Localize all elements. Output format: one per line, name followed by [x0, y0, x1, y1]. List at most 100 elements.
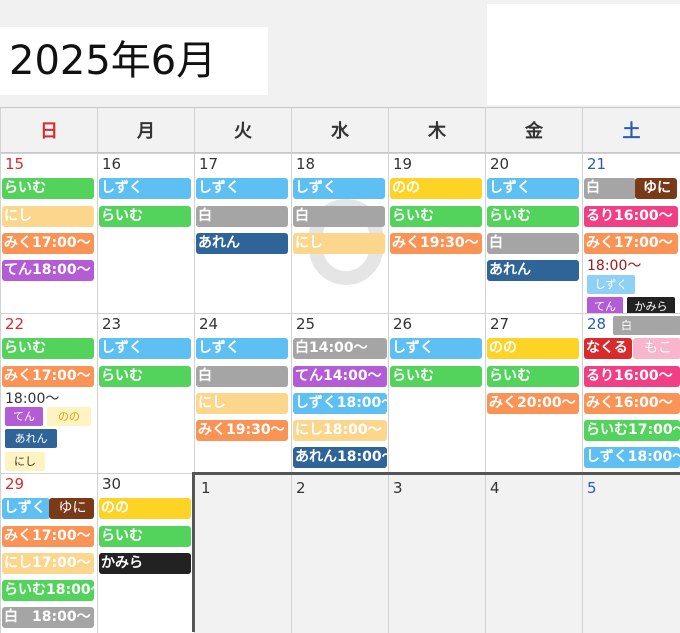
event-chip-small[interactable]: かみら — [627, 297, 675, 313]
event-chip[interactable]: しずく — [99, 338, 191, 359]
event-chip[interactable]: あれん18:00〜 — [293, 447, 387, 468]
event-chip[interactable]: 白 — [293, 206, 385, 227]
event-chip[interactable]: にし — [196, 393, 288, 414]
weekday-friday: 金 — [485, 107, 582, 153]
event-time-text[interactable]: 18:00〜 — [5, 390, 59, 408]
day-number: 4 — [490, 479, 500, 497]
event-chip[interactable]: らいむ — [390, 206, 482, 227]
day-number: 19 — [393, 155, 413, 173]
day-cell-next-5[interactable]: 5 — [582, 473, 680, 633]
day-cell-next-1[interactable]: 1 — [194, 473, 291, 633]
event-chip[interactable]: 白 — [584, 178, 636, 199]
event-chip[interactable]: らいむ — [487, 366, 579, 387]
event-chip[interactable]: みく17:00〜 — [584, 233, 678, 254]
event-chip-small[interactable]: あれん — [5, 429, 57, 448]
day-cell-27[interactable]: 27 のの らいむ みく20:00〜 — [485, 313, 582, 473]
day-cell-19[interactable]: 19 のの らいむ みく19:30〜 — [388, 153, 485, 313]
day-cell-29[interactable]: 29 しずく ゆに みく17:00〜 にし17:00〜 らいむ18:00〜 白 … — [0, 473, 97, 633]
event-chip[interactable]: にし — [293, 233, 385, 254]
event-chip[interactable]: ゆに — [49, 498, 94, 519]
event-chip[interactable]: しずく — [196, 178, 288, 199]
event-chip[interactable]: 白 — [196, 206, 288, 227]
event-chip-small[interactable]: 白 — [613, 316, 680, 335]
event-chip[interactable]: にし — [2, 206, 94, 227]
event-chip[interactable]: らいむ — [99, 526, 191, 547]
day-number: 20 — [490, 155, 510, 173]
day-cell-next-4[interactable]: 4 — [485, 473, 582, 633]
event-chip[interactable]: みく20:00〜 — [487, 393, 579, 414]
event-chip[interactable]: みく17:00〜 — [2, 366, 94, 387]
event-chip[interactable]: しずく — [390, 338, 482, 359]
event-chip[interactable]: しずく — [196, 338, 288, 359]
event-chip[interactable]: 白 — [196, 366, 288, 387]
day-cell-24[interactable]: 24 しずく 白 にし みく19:30〜 — [194, 313, 291, 473]
event-chip[interactable]: しずく — [2, 498, 50, 519]
event-chip[interactable]: みく16:00〜 — [584, 393, 680, 414]
event-chip[interactable]: らいむ17:00〜 — [584, 420, 680, 441]
event-chip[interactable]: らいむ — [2, 178, 94, 199]
event-chip[interactable]: あれん — [487, 260, 579, 281]
event-chip[interactable]: しずく — [99, 178, 191, 199]
day-cell-25[interactable]: 25 白14:00〜 てん14:00〜 しずく18:00〜 にし18:00〜 あ… — [291, 313, 388, 473]
event-chip-small[interactable]: てん — [587, 297, 623, 313]
day-cell-26[interactable]: 26 しずく らいむ — [388, 313, 485, 473]
day-cell-next-3[interactable]: 3 — [388, 473, 485, 633]
day-cell-23[interactable]: 23 しずく らいむ — [97, 313, 194, 473]
event-chip-small[interactable]: にし — [5, 452, 45, 471]
day-number: 30 — [102, 475, 122, 493]
event-chip[interactable]: なくる — [584, 338, 632, 359]
event-chip[interactable]: るり16:00〜 — [584, 366, 680, 387]
day-number: 25 — [296, 315, 316, 333]
event-chip[interactable]: てん14:00〜 — [293, 366, 387, 387]
event-chip[interactable]: 白 18:00〜 — [2, 607, 94, 628]
event-chip[interactable]: ゆに — [635, 178, 677, 199]
day-number: 16 — [102, 155, 122, 173]
event-chip[interactable]: あれん — [196, 233, 288, 254]
event-chip[interactable]: 白14:00〜 — [293, 338, 387, 359]
day-cell-16[interactable]: 16 しずく らいむ — [97, 153, 194, 313]
weekday-sunday: 日 — [0, 107, 97, 153]
event-chip[interactable]: てん18:00〜 — [2, 260, 94, 281]
day-cell-30[interactable]: 30 のの らいむ かみら — [97, 473, 194, 633]
day-number: 17 — [199, 155, 219, 173]
event-chip-small[interactable]: のの — [47, 407, 91, 426]
day-cell-22[interactable]: 22 らいむ みく17:00〜 18:00〜 てん のの あれん にし — [0, 313, 97, 473]
event-chip[interactable]: らいむ — [487, 206, 579, 227]
event-chip[interactable]: しずく — [487, 178, 579, 199]
event-chip[interactable]: しずく — [293, 178, 385, 199]
weekday-tuesday: 火 — [194, 107, 291, 153]
event-chip[interactable]: るり16:00〜 — [584, 206, 678, 227]
day-cell-17[interactable]: 17 しずく 白 あれん — [194, 153, 291, 313]
day-cell-20[interactable]: 20 しずく らいむ 白 あれん — [485, 153, 582, 313]
event-chip[interactable]: のの — [390, 178, 482, 199]
event-chip-small[interactable]: てん — [5, 407, 43, 426]
event-chip[interactable]: しずく18:00〜 — [293, 393, 387, 414]
day-cell-21[interactable]: 21 白 ゆに るり16:00〜 みく17:00〜 18:00〜 しずく てん … — [582, 153, 680, 313]
event-chip[interactable]: にし17:00〜 — [2, 553, 94, 574]
event-chip[interactable]: みく17:00〜 — [2, 526, 94, 547]
day-cell-28[interactable]: 28 白 なくる もこ るり16:00〜 みく16:00〜 らいむ17:00〜 … — [582, 313, 680, 473]
event-chip[interactable]: にし18:00〜 — [293, 420, 387, 441]
event-chip[interactable]: みく17:00〜 — [2, 233, 94, 254]
day-number: 3 — [393, 479, 403, 497]
month-title: 2025年6月 — [9, 38, 217, 84]
event-chip[interactable]: らいむ — [390, 366, 482, 387]
event-chip[interactable]: かみら — [99, 553, 191, 574]
event-chip[interactable]: みく19:30〜 — [196, 420, 288, 441]
event-chip[interactable]: のの — [487, 338, 579, 359]
event-time-text[interactable]: 18:00〜 — [587, 257, 641, 275]
event-chip[interactable]: のの — [99, 498, 191, 519]
day-number: 1 — [201, 479, 211, 497]
event-chip-small[interactable]: しずく — [587, 275, 635, 294]
event-chip[interactable]: らいむ18:00〜 — [2, 580, 94, 601]
event-chip[interactable]: 白 — [487, 233, 579, 254]
event-chip[interactable]: らいむ — [2, 338, 94, 359]
event-chip[interactable]: らいむ — [99, 206, 191, 227]
day-cell-18[interactable]: 18 しずく 白 にし — [291, 153, 388, 313]
day-cell-next-2[interactable]: 2 — [291, 473, 388, 633]
event-chip[interactable]: らいむ — [99, 366, 191, 387]
event-chip[interactable]: しずく18:00〜 — [584, 447, 680, 468]
event-chip[interactable]: みく19:30〜 — [390, 233, 482, 254]
day-cell-15[interactable]: 15 らいむ にし みく17:00〜 てん18:00〜 — [0, 153, 97, 313]
event-chip[interactable]: もこ — [633, 338, 680, 359]
